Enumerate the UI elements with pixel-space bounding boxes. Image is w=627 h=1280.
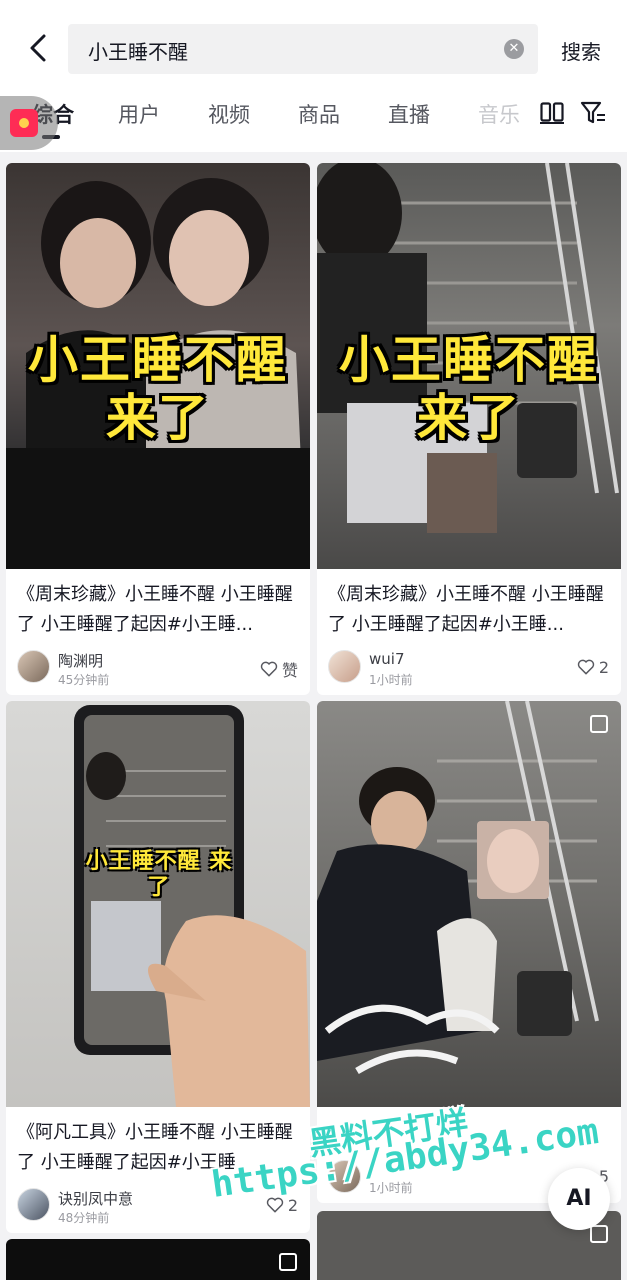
tab-users[interactable]: 用户 (118, 99, 160, 129)
like-count: 2 (598, 657, 609, 677)
avatar[interactable] (17, 1188, 50, 1221)
heart-icon (577, 659, 595, 675)
like-button[interactable]: 2 (576, 657, 609, 677)
result-card[interactable]: 小王睡不醒 来了 《阿凡工具》小王睡不醒 小王睡醒了 小王睡醒了起因#小王睡 诀… (6, 701, 310, 1233)
tab-bar: 综合 用户 视频 商品 直播 音乐 (0, 94, 627, 152)
tab-products[interactable]: 商品 (298, 99, 340, 129)
post-time: 1小时前 (369, 673, 413, 687)
thumbnail-image (317, 701, 599, 1075)
post-time: 48分钟前 (58, 1211, 110, 1225)
tab-music[interactable]: 音乐 (478, 99, 520, 129)
post-time: 45分钟前 (58, 673, 110, 687)
red-packet-float[interactable] (0, 96, 58, 150)
video-thumbnail[interactable] (317, 701, 621, 1107)
search-input[interactable]: 小王睡不醒 ✕ (68, 24, 538, 74)
filter-icon[interactable] (580, 100, 606, 126)
multi-image-icon (590, 715, 608, 733)
avatar[interactable] (17, 650, 50, 683)
author-name[interactable]: wui7 (369, 650, 405, 668)
search-query[interactable]: 小王睡不醒 (88, 36, 188, 65)
ai-assistant-button[interactable]: AI (548, 1168, 610, 1230)
result-card[interactable]: 小王睡不醒 来了 《周末珍藏》小王睡不醒 小王睡醒了 小王睡醒了起因#小王睡..… (6, 163, 310, 695)
like-count: 2 (287, 1195, 298, 1215)
overlay-text: 小王睡不醒 来了 (85, 849, 233, 900)
thumbnail-image (74, 705, 310, 1107)
clear-icon[interactable]: ✕ (504, 39, 524, 59)
video-thumbnail[interactable]: 小王睡不醒 来了 (317, 163, 621, 569)
like-count: 赞 (281, 661, 298, 680)
video-caption[interactable]: 《周末珍藏》小王睡不醒 小王睡醒了 小王睡醒了起因#小王睡... (328, 580, 614, 640)
video-thumbnail[interactable]: 小王睡不醒 来了 (6, 701, 310, 1107)
result-card[interactable] (6, 1239, 310, 1280)
red-packet-icon (10, 109, 38, 137)
layout-toggle-icon[interactable] (540, 102, 564, 124)
tab-videos[interactable]: 视频 (208, 99, 250, 129)
overlay-text: 小王睡不醒 来了 (28, 331, 288, 447)
video-caption[interactable]: 《周末珍藏》小王睡不醒 小王睡醒了 小王睡醒了起因#小王睡... (17, 580, 303, 640)
top-bar: 小王睡不醒 ✕ 搜索 (0, 0, 627, 94)
tab-live[interactable]: 直播 (388, 99, 430, 129)
avatar[interactable] (328, 650, 361, 683)
multi-image-icon (590, 1225, 608, 1243)
author-name[interactable]: 诀别凤中意 (58, 1188, 133, 1209)
overlay-text: 小王睡不醒 来了 (339, 331, 599, 447)
back-arrow-icon[interactable] (20, 28, 60, 68)
heart-icon (260, 661, 278, 677)
result-card[interactable]: 小王睡不醒 来了 《周末珍藏》小王睡不醒 小王睡醒了 小王睡醒了起因#小王睡..… (317, 163, 621, 695)
multi-image-icon (279, 1253, 297, 1271)
video-thumbnail[interactable]: 小王睡不醒 来了 (6, 163, 310, 569)
search-button[interactable]: 搜索 (561, 36, 601, 65)
author-name[interactable]: 陶渊明 (58, 650, 103, 671)
like-button[interactable]: 赞 (259, 657, 298, 681)
